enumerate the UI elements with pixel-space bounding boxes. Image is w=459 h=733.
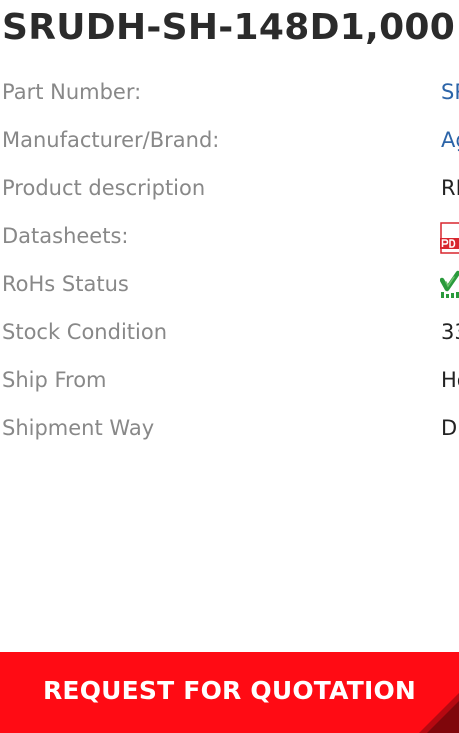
spec-row-datasheets: Datasheets: xyxy=(0,212,459,260)
page-title: SRUDH-SH-148D1,000 xyxy=(2,7,456,48)
spec-label: Product description xyxy=(2,176,206,200)
spec-row-description: Product description RE xyxy=(0,164,459,212)
spec-row-part-number: Part Number: SR xyxy=(0,68,459,116)
spec-label: Shipment Way xyxy=(2,416,155,440)
spec-row-stock: Stock Condition 33 xyxy=(0,308,459,356)
manufacturer-link[interactable]: Ag xyxy=(441,127,459,153)
spec-label: Manufacturer/Brand: xyxy=(2,128,220,152)
stock-value: 33 xyxy=(441,320,459,344)
shipment-way-value: DH xyxy=(441,416,459,440)
spec-label: RoHs Status xyxy=(2,272,129,296)
part-number-link[interactable]: SR xyxy=(441,79,459,105)
spec-label: Stock Condition xyxy=(2,320,168,344)
spec-row-rohs: RoHs Status xyxy=(0,260,459,308)
corner-fold-decoration xyxy=(419,693,459,733)
spec-row-ship-from: Ship From Ho xyxy=(0,356,459,404)
spec-row-shipment-way: Shipment Way DH xyxy=(0,404,459,452)
spec-label: Part Number: xyxy=(2,80,142,104)
spec-list: Part Number: SR Manufacturer/Brand: Ag P… xyxy=(0,68,459,452)
spec-label: Ship From xyxy=(2,368,107,392)
description-value: RE xyxy=(441,176,459,200)
request-quotation-label: REQUEST FOR QUOTATION xyxy=(42,676,417,705)
request-quotation-button[interactable]: REQUEST FOR QUOTATION xyxy=(0,652,459,733)
spec-row-manufacturer: Manufacturer/Brand: Ag xyxy=(0,116,459,164)
pdf-icon[interactable] xyxy=(440,222,459,254)
spec-label: Datasheets: xyxy=(2,224,129,248)
rohs-icon xyxy=(440,270,459,302)
ship-from-value: Ho xyxy=(441,368,459,392)
